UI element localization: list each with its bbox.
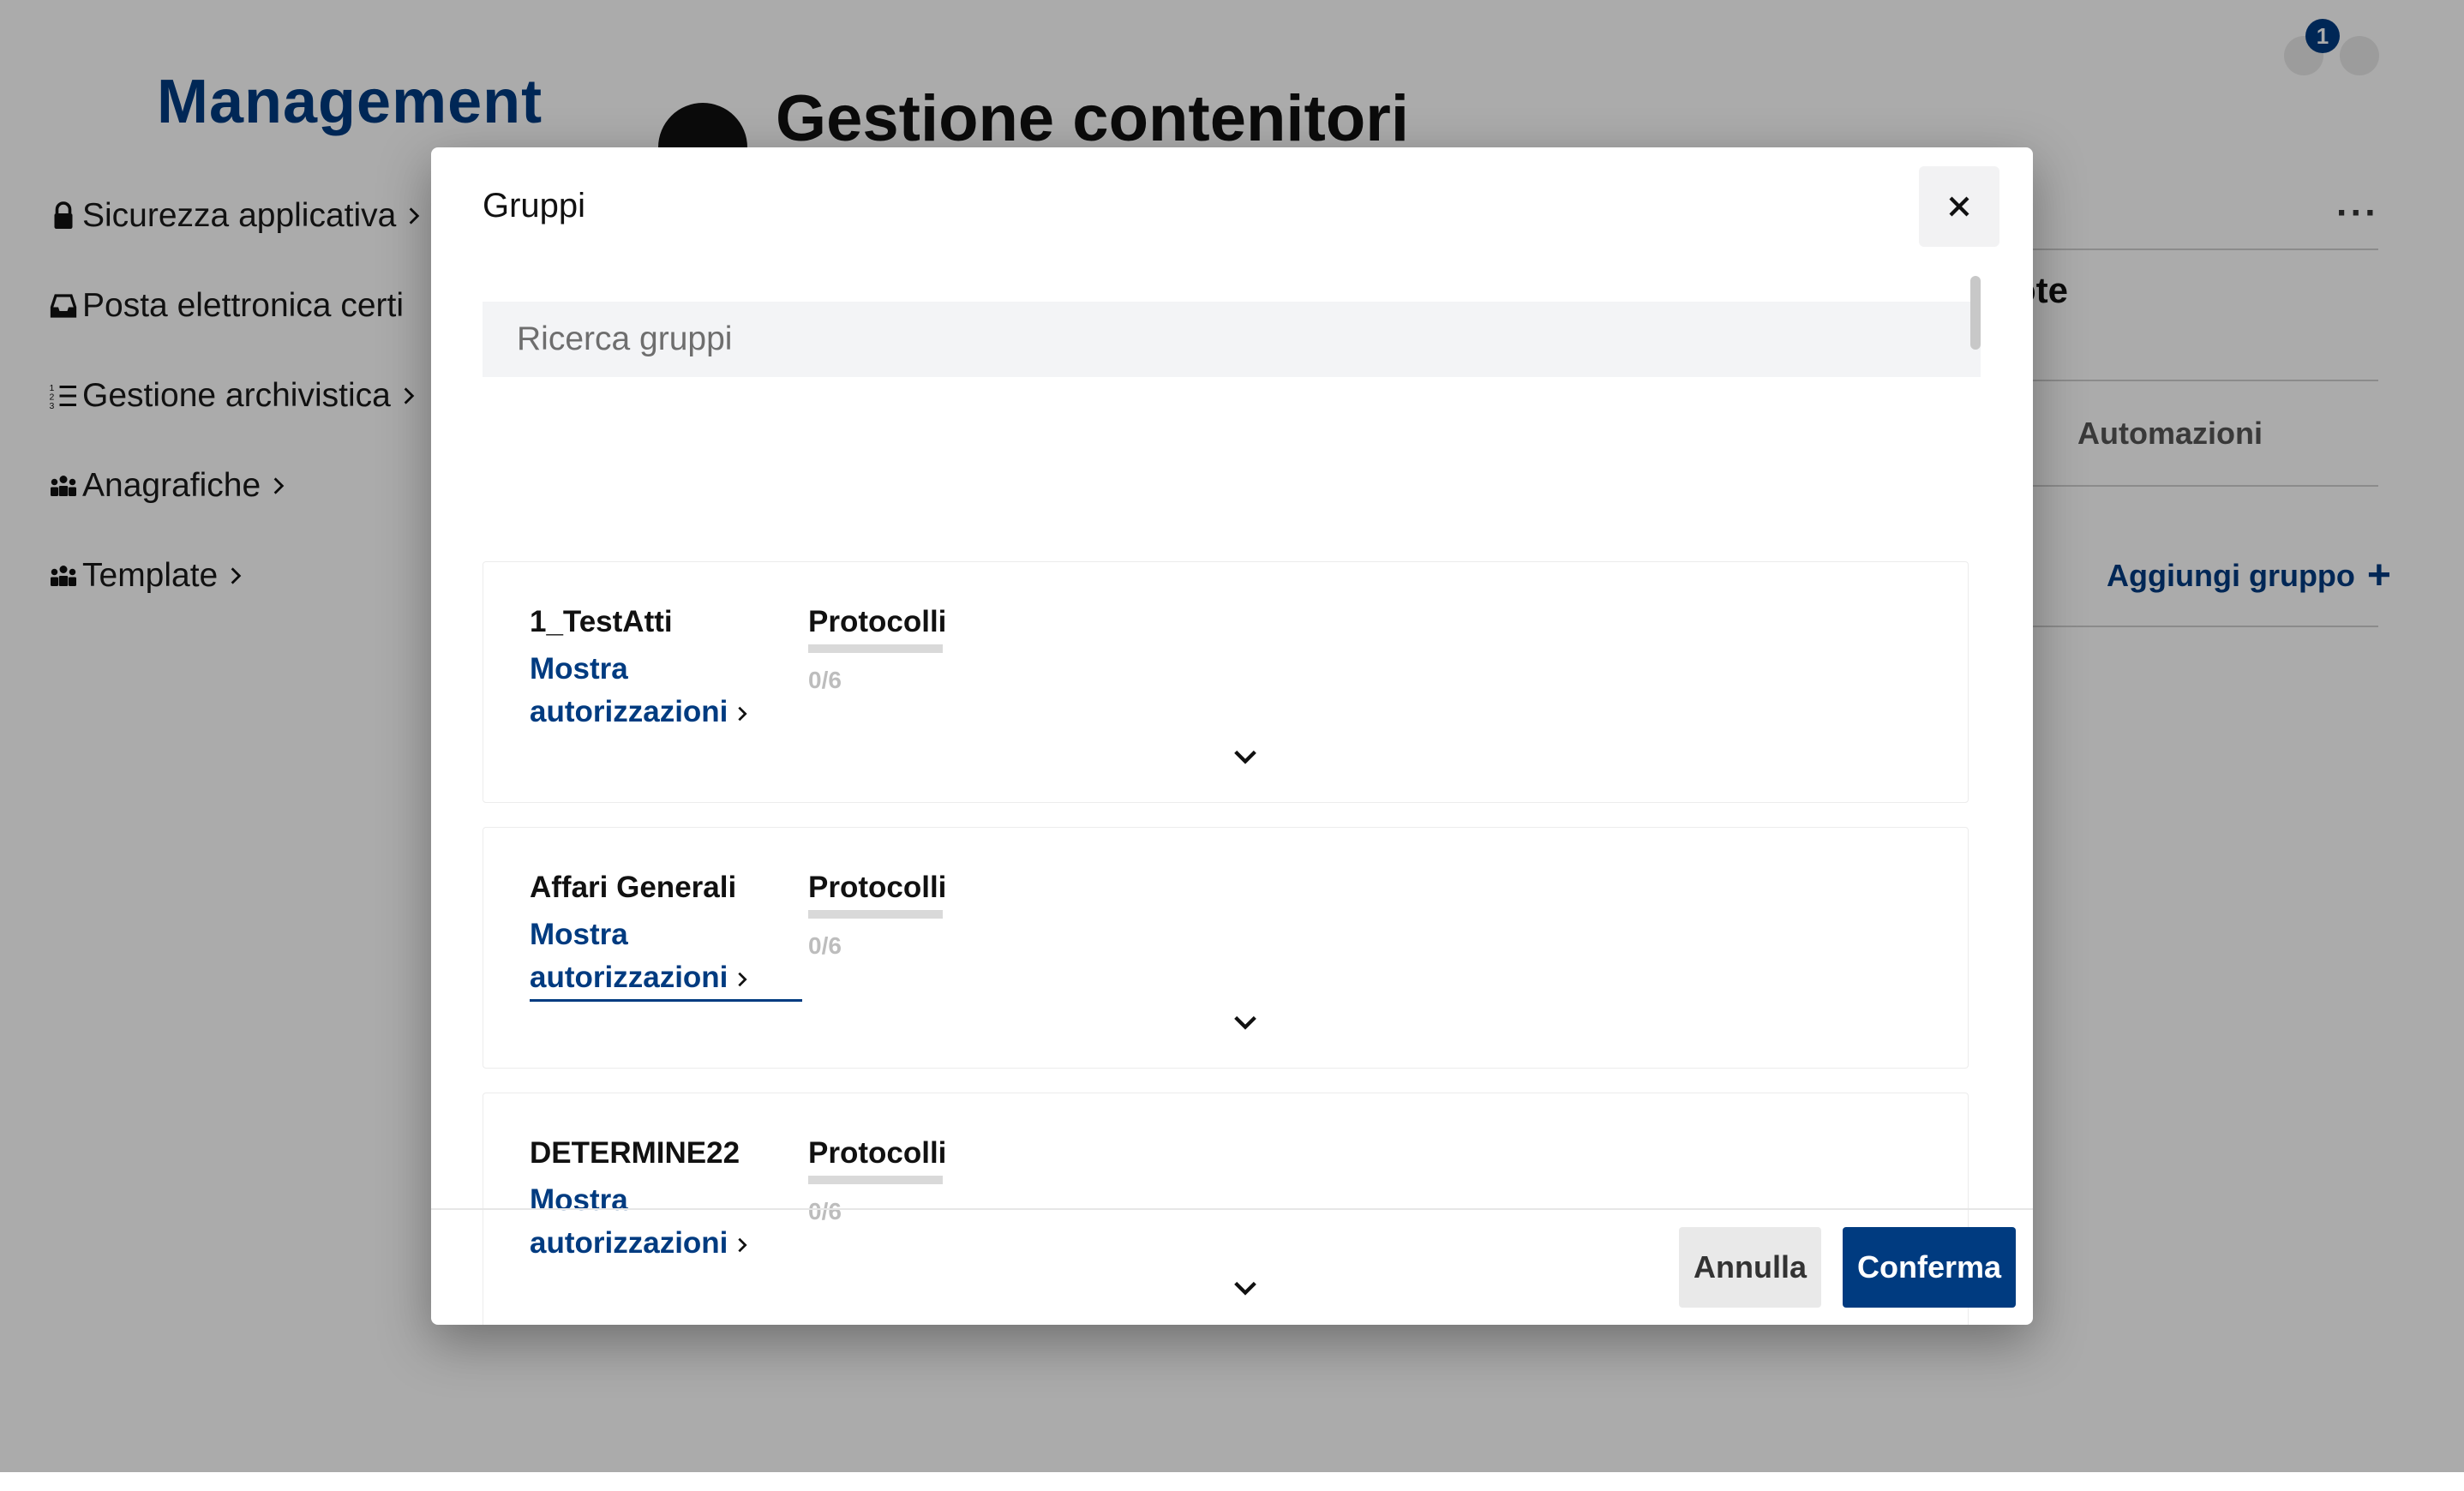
chevron-down-icon[interactable] [1231, 742, 1260, 771]
category-label: Protocolli [808, 605, 947, 638]
group-name: DETERMINE22 [530, 1136, 740, 1170]
show-authorizations-label: Mostra autorizzazioni [530, 652, 728, 728]
divider [431, 1208, 2033, 1210]
chevron-right-icon [738, 1237, 748, 1253]
chevron-right-icon [738, 972, 748, 987]
progress-bar [808, 1176, 943, 1184]
group-name: 1_TestAtti [530, 605, 673, 638]
confirm-button[interactable]: Conferma [1843, 1227, 2016, 1308]
chevron-down-icon[interactable] [1231, 1008, 1260, 1037]
chevron-down-icon[interactable] [1231, 1273, 1260, 1302]
group-card: 1_TestAtti Mostra autorizzazioni Protoco… [483, 561, 1969, 803]
category-label: Protocolli [808, 1136, 947, 1170]
progress-text: 0/6 [808, 932, 842, 959]
groups-list[interactable]: 1_TestAtti Mostra autorizzazioni Protoco… [483, 413, 2004, 1325]
show-authorizations-link[interactable]: Mostra autorizzazioni [530, 1179, 804, 1265]
category-label: Protocolli [808, 871, 947, 904]
show-authorizations-link[interactable]: Mostra autorizzazioni [530, 913, 802, 1002]
progress-text: 0/6 [808, 1198, 842, 1225]
groups-modal: Gruppi 1_TestAtti Mostra autorizzazioni … [431, 147, 2033, 1325]
chevron-right-icon [738, 706, 748, 722]
progress-bar [808, 910, 943, 919]
show-authorizations-label: Mostra autorizzazioni [530, 1183, 728, 1260]
progress-bar [808, 644, 943, 653]
cancel-button[interactable]: Annulla [1679, 1227, 1821, 1308]
show-authorizations-link[interactable]: Mostra autorizzazioni [530, 648, 804, 734]
scrollbar-thumb[interactable] [1970, 276, 1981, 350]
modal-title: Gruppi [483, 187, 586, 225]
group-card: Affari Generali Mostra autorizzazioni Pr… [483, 827, 1969, 1069]
search-input[interactable] [483, 302, 1981, 377]
group-name: Affari Generali [530, 871, 737, 904]
close-button[interactable] [1919, 166, 1999, 247]
close-icon [1949, 196, 1969, 217]
show-authorizations-label: Mostra autorizzazioni [530, 918, 728, 994]
progress-text: 0/6 [808, 667, 842, 693]
